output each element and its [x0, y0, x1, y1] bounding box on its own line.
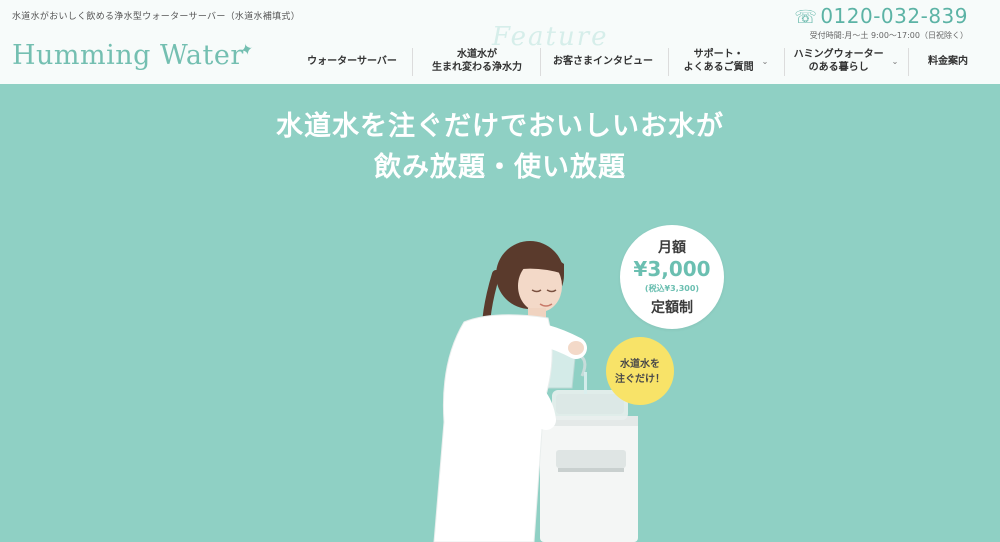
hero-headline: 水道水を注ぐだけでおいしいお水が [276, 111, 724, 142]
phone-number: 0120-032-839 [820, 4, 968, 28]
site-header: 水道水がおいしく飲める浄水型ウォーターサーバー（水道水補填式） Humming … [0, 0, 1000, 84]
nav-label: 料金案内 [928, 55, 968, 67]
phone-icon: ☏ [794, 7, 818, 28]
nav-divider [784, 48, 785, 76]
nav-label: のある暮らし [808, 62, 869, 73]
price-tax-included: (税込¥3,300) [644, 284, 700, 293]
nav-label: よくあるご質問 [683, 62, 754, 73]
nav-label: 水道水が [457, 49, 497, 60]
pour-only-badge: 水道水を 注ぐだけ！ [606, 337, 674, 405]
nav-item-pricing[interactable]: 料金案内 [912, 44, 984, 78]
nav-item-lifestyle[interactable]: ハミングウォーター のある暮らし ⌄ [788, 44, 904, 78]
nav-label: 生まれ変わる浄水力 [432, 62, 522, 73]
water-server [540, 416, 638, 542]
nav-divider [412, 48, 413, 76]
nav-divider [908, 48, 909, 76]
business-hours: 受付時間:月〜土 9:00〜17:00（日祝除く） [809, 31, 968, 40]
price-label-monthly: 月額 [658, 240, 686, 256]
nav-item-purification[interactable]: 水道水が 生まれ変わる浄水力 [418, 44, 536, 78]
pour-badge-line1: 水道水を [620, 359, 660, 370]
nav-item-support[interactable]: サポート・ よくあるご質問 ⌄ [672, 44, 780, 78]
price-amount: ¥3,000 [633, 257, 711, 281]
price-label-flat-rate: 定額制 [651, 300, 693, 316]
nav-label: お客さまインタビュー [553, 55, 653, 67]
hero-subheadline: 飲み放題・使い放題 [374, 152, 626, 183]
nav-divider [668, 48, 669, 76]
nav-item-interviews[interactable]: お客さまインタビュー [544, 44, 662, 78]
person-dress [433, 314, 553, 542]
chevron-down-icon: ⌄ [761, 56, 769, 66]
logo-text: Humming Water [12, 40, 244, 71]
chevron-down-icon: ⌄ [891, 56, 899, 66]
price-badge: 月額 ¥3,000 (税込¥3,300) 定額制 [620, 225, 724, 329]
site-logo[interactable]: Humming Water✦ [12, 39, 256, 71]
site-tagline: 水道水がおいしく飲める浄水型ウォーターサーバー（水道水補填式） [12, 12, 301, 22]
nav-label: サポート・ [693, 49, 744, 60]
phone-number-link[interactable]: ☏ 0120-032-839 [794, 4, 968, 28]
nav-label: ウォーターサーバー [307, 55, 397, 67]
nav-divider [540, 48, 541, 76]
pour-badge-line2: 注ぐだけ！ [615, 374, 665, 385]
nav-item-water-server[interactable]: ウォーターサーバー [296, 44, 408, 78]
nav-label: ハミングウォーター [793, 49, 884, 60]
